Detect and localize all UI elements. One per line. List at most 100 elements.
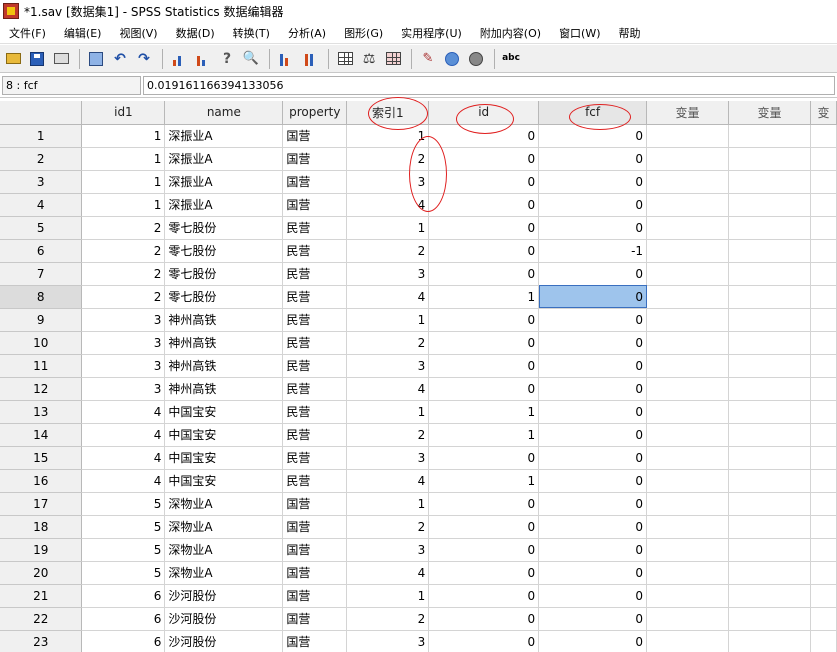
empty-cell[interactable] — [728, 538, 811, 562]
empty-cell[interactable] — [646, 607, 729, 631]
cell-fcf[interactable]: 0 — [538, 584, 648, 608]
empty-cell[interactable] — [646, 469, 729, 493]
cell-id[interactable]: 1 — [428, 285, 540, 309]
menu-data[interactable]: 数据(D) — [167, 25, 224, 41]
cell-id1[interactable]: 3 — [81, 308, 166, 332]
empty-cell[interactable] — [728, 561, 811, 585]
cell-fcf[interactable]: 0 — [538, 492, 648, 516]
redo-icon[interactable]: ↷ — [133, 48, 155, 70]
empty-cell[interactable] — [646, 630, 729, 652]
cell-id1[interactable]: 2 — [81, 239, 166, 263]
empty-cell[interactable] — [646, 331, 729, 355]
cell-index1[interactable]: 3 — [346, 538, 430, 562]
cell-property[interactable]: 民营 — [282, 239, 348, 263]
cell-fcf[interactable]: 0 — [538, 561, 648, 585]
open-icon[interactable] — [2, 48, 24, 70]
cell-name[interactable]: 中国宝安 — [164, 469, 284, 493]
cell-id[interactable]: 1 — [428, 423, 540, 447]
empty-cell[interactable] — [646, 538, 729, 562]
empty-cell[interactable] — [728, 400, 811, 424]
cell-fcf[interactable]: -1 — [538, 239, 648, 263]
empty-cell[interactable] — [810, 147, 837, 171]
empty-cell[interactable] — [646, 124, 729, 148]
cell-id1[interactable]: 5 — [81, 561, 166, 585]
cell-index1[interactable]: 4 — [346, 377, 430, 401]
empty-cell[interactable] — [728, 170, 811, 194]
cell-property[interactable]: 民营 — [282, 216, 348, 240]
cell-id1[interactable]: 4 — [81, 400, 166, 424]
empty-cell[interactable] — [728, 584, 811, 608]
corner-cell[interactable] — [0, 101, 83, 125]
cell-name[interactable]: 沙河股份 — [164, 630, 284, 652]
cell-index1[interactable]: 2 — [346, 423, 430, 447]
cell-index1[interactable]: 1 — [346, 124, 430, 148]
cell-property[interactable]: 国营 — [282, 630, 348, 652]
cell-property[interactable]: 民营 — [282, 469, 348, 493]
cell-name[interactable]: 沙河股份 — [164, 607, 284, 631]
empty-cell[interactable] — [810, 124, 837, 148]
cell-property[interactable]: 国营 — [282, 515, 348, 539]
weight-cases-icon[interactable]: ⚖ — [358, 48, 380, 70]
empty-cell[interactable] — [728, 515, 811, 539]
cell-id[interactable]: 0 — [428, 377, 540, 401]
cell-fcf[interactable]: 0 — [538, 469, 648, 493]
empty-cell[interactable] — [810, 331, 837, 355]
cell-name[interactable]: 中国宝安 — [164, 423, 284, 447]
cell-fcf[interactable]: 0 — [538, 193, 648, 217]
cell-id1[interactable]: 1 — [81, 124, 166, 148]
row-number[interactable]: 1 — [0, 124, 83, 148]
empty-cell[interactable] — [646, 515, 729, 539]
cell-property[interactable]: 民营 — [282, 285, 348, 309]
cell-id1[interactable]: 3 — [81, 331, 166, 355]
cell-index1[interactable]: 4 — [346, 193, 430, 217]
empty-cell[interactable] — [810, 377, 837, 401]
empty-cell[interactable] — [728, 124, 811, 148]
undo-icon[interactable]: ↶ — [109, 48, 131, 70]
empty-cell[interactable] — [728, 377, 811, 401]
empty-cell[interactable] — [810, 239, 837, 263]
empty-cell[interactable] — [810, 492, 837, 516]
cell-id[interactable]: 0 — [428, 561, 540, 585]
row-number[interactable]: 6 — [0, 239, 83, 263]
menu-utilities[interactable]: 实用程序(U) — [392, 25, 471, 41]
cell-index1[interactable]: 1 — [346, 216, 430, 240]
cell-index1[interactable]: 1 — [346, 492, 430, 516]
cell-index1[interactable]: 3 — [346, 170, 430, 194]
row-number[interactable]: 15 — [0, 446, 83, 470]
cell-fcf[interactable]: 0 — [538, 630, 648, 652]
empty-cell[interactable] — [728, 308, 811, 332]
cell-property[interactable]: 民营 — [282, 400, 348, 424]
cell-id[interactable]: 0 — [428, 607, 540, 631]
empty-cell[interactable] — [728, 193, 811, 217]
cell-name[interactable]: 零七股份 — [164, 262, 284, 286]
column-header-name[interactable]: name — [164, 101, 284, 125]
empty-cell[interactable] — [810, 170, 837, 194]
cell-index1[interactable]: 3 — [346, 446, 430, 470]
empty-cell[interactable] — [646, 561, 729, 585]
cell-name[interactable]: 中国宝安 — [164, 446, 284, 470]
cell-index1[interactable]: 1 — [346, 308, 430, 332]
empty-cell[interactable] — [646, 446, 729, 470]
empty-cell[interactable] — [810, 561, 837, 585]
cell-index1[interactable]: 4 — [346, 285, 430, 309]
insert-variable-icon[interactable] — [299, 48, 321, 70]
column-header-id[interactable]: id — [428, 101, 540, 125]
empty-cell[interactable] — [646, 216, 729, 240]
empty-cell[interactable] — [728, 446, 811, 470]
cell-fcf[interactable]: 0 — [538, 377, 648, 401]
cell-name[interactable]: 深物业A — [164, 538, 284, 562]
cell-id1[interactable]: 1 — [81, 193, 166, 217]
empty-cell[interactable] — [810, 308, 837, 332]
empty-cell[interactable] — [810, 630, 837, 652]
print-icon[interactable] — [50, 48, 72, 70]
cell-id1[interactable]: 1 — [81, 147, 166, 171]
empty-cell[interactable] — [646, 193, 729, 217]
cell-name[interactable]: 深物业A — [164, 492, 284, 516]
cell-id[interactable]: 0 — [428, 492, 540, 516]
cell-property[interactable]: 民营 — [282, 354, 348, 378]
empty-cell[interactable] — [728, 607, 811, 631]
row-number[interactable]: 16 — [0, 469, 83, 493]
goto-variable-icon[interactable] — [192, 48, 214, 70]
cell-name[interactable]: 深物业A — [164, 515, 284, 539]
cell-fcf[interactable]: 0 — [538, 285, 648, 309]
